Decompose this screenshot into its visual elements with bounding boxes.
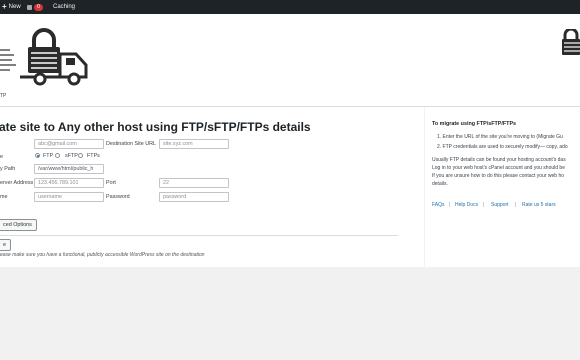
admin-new-item[interactable]: + New [2, 0, 21, 14]
link-separator: | [515, 202, 517, 208]
sidebar-step-1: 1. Enter the URL of the site you're movi… [437, 134, 563, 140]
directory-path-field[interactable]: /var/www/html/public_h [34, 164, 104, 174]
advanced-options-button[interactable]: ced Options [0, 219, 37, 231]
help-line-3: If you are unsure how to do this please … [432, 173, 565, 179]
comment-icon [27, 4, 32, 10]
protocol-label: e [0, 154, 3, 160]
username-label: me [0, 194, 8, 200]
admin-comments-item[interactable]: 0 [27, 0, 43, 14]
form-divider [0, 235, 398, 236]
sidebar-heading: To migrate using FTP/sFTP/FTPs [432, 121, 517, 127]
plugin-header [0, 14, 580, 107]
protocol-ftps-label: FTPs [87, 153, 100, 159]
password-label: Password [106, 194, 130, 200]
server-address-field[interactable]: 123.456.789.101 [34, 178, 104, 188]
protocol-ftp-radio[interactable] [35, 153, 40, 158]
port-label: Port [106, 180, 116, 186]
password-field[interactable]: password [159, 192, 229, 202]
link-separator: | [483, 202, 485, 208]
help-docs-link[interactable]: Help Docs [455, 202, 478, 208]
sidebar-step-2: 2. FTP credentials are used to securely … [437, 144, 568, 150]
new-label: New [8, 4, 21, 10]
help-line-4: details. [432, 181, 448, 187]
destination-url-field[interactable]: site.xyz.com [159, 139, 229, 149]
admin-caching-item[interactable]: Caching [53, 0, 75, 14]
migrate-button[interactable]: e [0, 239, 11, 251]
rate-us-link[interactable]: Rate us 5 stars [522, 202, 556, 208]
faqs-link[interactable]: FAQs [432, 202, 445, 208]
protocol-ftps-radio[interactable] [78, 153, 83, 158]
help-line-2: Log in to your web host's cPanel account… [432, 165, 565, 171]
nav-tab-fragment[interactable]: TP [0, 93, 6, 99]
email-field[interactable]: abc@gmail.com [34, 139, 104, 149]
destination-url-label: Destination Site URL [106, 141, 157, 147]
protocol-ftp-label: FTP [43, 153, 54, 159]
support-link[interactable]: Support [491, 202, 509, 208]
admin-bar: + New 0 Caching [0, 0, 580, 14]
truck-lock-logo [0, 28, 88, 86]
server-address-label: erver Address [0, 180, 34, 186]
username-field[interactable]: username [34, 192, 104, 202]
directory-path-label: y Path [0, 166, 16, 172]
protocol-sftp-radio[interactable] [55, 153, 60, 158]
protocol-sftp-label: sFTP [65, 153, 78, 159]
comments-badge: 0 [34, 3, 43, 11]
help-sidebar: To migrate using FTP/sFTP/FTPs 1. Enter … [425, 107, 580, 267]
destination-note: ease make sure you have a functional, pu… [0, 252, 205, 258]
page-title: ate site to Any other host using FTP/sFT… [0, 120, 311, 134]
caching-label: Caching [53, 4, 76, 10]
port-field[interactable]: 22 [159, 178, 229, 188]
help-line-1: Usually FTP details can be found your ho… [432, 157, 566, 163]
link-separator: | [449, 202, 451, 208]
plus-icon: + [2, 2, 7, 11]
lock-logo-small [562, 29, 580, 55]
migration-form-panel: ate site to Any other host using FTP/sFT… [0, 107, 424, 267]
